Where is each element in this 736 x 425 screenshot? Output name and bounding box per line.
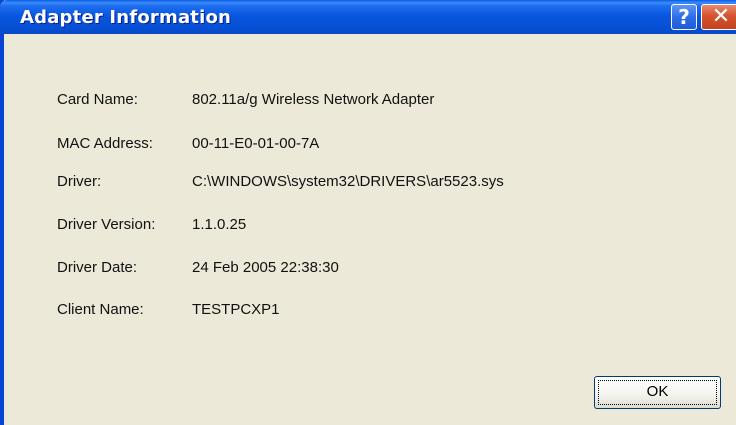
window-title: Adapter Information bbox=[20, 7, 232, 28]
driver-version-value: 1.1.0.25 bbox=[192, 216, 247, 233]
client-name-label: Client Name: bbox=[57, 301, 144, 318]
ok-button-label: OK bbox=[646, 383, 669, 400]
close-icon: ✕ bbox=[711, 4, 731, 29]
card-name-value: 802.11a/g Wireless Network Adapter bbox=[192, 91, 435, 108]
help-button[interactable]: ? bbox=[671, 4, 697, 30]
driver-version-label: Driver Version: bbox=[57, 216, 156, 233]
card-name-label: Card Name: bbox=[57, 91, 138, 108]
driver-value: C:\WINDOWS\system32\DRIVERS\ar5523.sys bbox=[192, 173, 504, 190]
ok-button[interactable]: OK bbox=[594, 376, 721, 409]
client-name-value: TESTPCXP1 bbox=[192, 301, 280, 318]
driver-date-label: Driver Date: bbox=[57, 259, 138, 276]
title-bar[interactable]: Adapter Information ? ✕ bbox=[0, 0, 736, 34]
dialog-body: Card Name: 802.11a/g Wireless Network Ad… bbox=[4, 34, 736, 425]
driver-label: Driver: bbox=[57, 173, 102, 190]
help-icon: ? bbox=[678, 5, 690, 29]
mac-address-label: MAC Address: bbox=[57, 135, 153, 152]
mac-address-value: 00-11-E0-01-00-7A bbox=[192, 135, 320, 152]
close-button[interactable]: ✕ bbox=[701, 4, 736, 30]
driver-date-value: 24 Feb 2005 22:38:30 bbox=[192, 259, 339, 276]
adapter-information-dialog: Adapter Information ? ✕ Card Name: 802.1… bbox=[0, 0, 736, 425]
